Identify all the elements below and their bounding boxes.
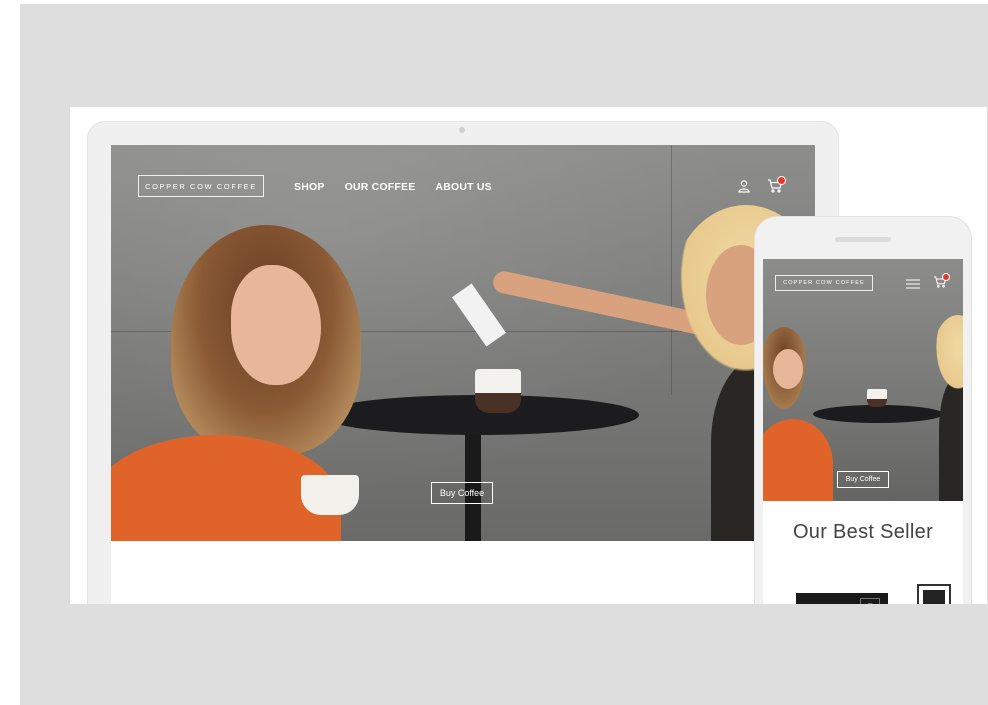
- product-badge: 5: [860, 598, 880, 604]
- mobile-screen: COPPER COW COFFEE Buy Coffee Our Best Se…: [763, 259, 963, 604]
- desktop-device-frame: COPPER COW COFFEE SHOP OUR COFFEE ABOUT …: [87, 121, 839, 604]
- camera-dot: [459, 127, 465, 133]
- cafe-table: [813, 405, 943, 423]
- cart-icon[interactable]: [767, 176, 786, 198]
- coffee-sachet: [451, 283, 507, 347]
- hero-banner: COPPER COW COFFEE SHOP OUR COFFEE ABOUT …: [111, 145, 815, 541]
- mobile-brand-logo[interactable]: COPPER COW COFFEE: [775, 275, 873, 291]
- nav-about-us[interactable]: ABOUT US: [435, 181, 491, 193]
- phone-speaker: [835, 237, 891, 242]
- coffee-cup: [867, 389, 887, 407]
- product-image: [923, 590, 945, 604]
- hamburger-menu-icon[interactable]: [906, 277, 920, 295]
- brand-logo[interactable]: COPPER COW COFFEE: [138, 175, 264, 197]
- desktop-screen: COPPER COW COFFEE SHOP OUR COFFEE ABOUT …: [111, 145, 815, 604]
- device-mockup-canvas: COPPER COW COFFEE SHOP OUR COFFEE ABOUT …: [70, 107, 987, 604]
- product-thumbnail[interactable]: [917, 584, 951, 604]
- main-nav: SHOP OUR COFFEE ABOUT US: [294, 181, 512, 193]
- mockup-backdrop: COPPER COW COFFEE SHOP OUR COFFEE ABOUT …: [20, 4, 988, 705]
- mobile-buy-coffee-button[interactable]: Buy Coffee: [837, 471, 889, 488]
- dark-top: [939, 379, 963, 501]
- cart-badge-dot: [777, 176, 786, 185]
- face: [231, 265, 321, 385]
- nav-shop[interactable]: SHOP: [294, 181, 325, 193]
- buy-coffee-button[interactable]: Buy Coffee: [431, 482, 493, 504]
- product-card[interactable]: 5: [796, 593, 888, 604]
- cart-badge-dot: [942, 273, 950, 281]
- mobile-device-frame: COPPER COW COFFEE Buy Coffee Our Best Se…: [755, 217, 971, 604]
- best-seller-heading: Our Best Seller: [792, 521, 934, 543]
- orange-shirt: [763, 419, 833, 501]
- face: [773, 349, 803, 389]
- hero-person-left: [111, 225, 391, 541]
- user-icon[interactable]: [737, 179, 751, 198]
- cart-icon[interactable]: [933, 273, 950, 293]
- mobile-hero-banner: COPPER COW COFFEE Buy Coffee: [763, 259, 963, 501]
- nav-our-coffee[interactable]: OUR COFFEE: [345, 181, 416, 193]
- held-cup: [301, 475, 359, 515]
- coffee-cup: [475, 369, 521, 413]
- blonde-hair: [933, 315, 963, 395]
